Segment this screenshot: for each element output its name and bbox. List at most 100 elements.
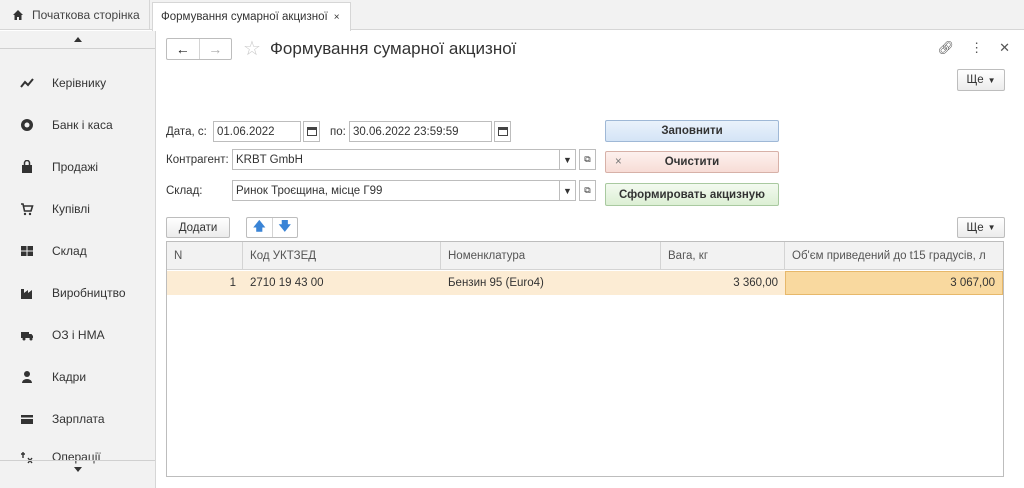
warehouse-icon	[20, 244, 34, 258]
tab-home-label: Початкова сторінка	[32, 8, 140, 22]
sidebar: Керівнику Банк і каса Продажі Купівлі Ск…	[0, 31, 156, 488]
column-header-weight[interactable]: Вага, кг	[661, 242, 785, 270]
calendar-icon	[306, 127, 317, 136]
sidebar-item-label: ОЗ і НМА	[52, 328, 105, 342]
warehouse-field[interactable]: Ринок Троєщина, місце Г99	[232, 180, 560, 201]
column-header-volume[interactable]: Об'єм приведений до t15 градусів, л	[785, 242, 1003, 270]
trend-chart-icon	[20, 76, 34, 90]
date-to-field[interactable]: 30.06.2022 23:59:59	[349, 121, 492, 142]
date-to-calendar-button[interactable]	[494, 121, 511, 142]
clear-button[interactable]: × Очистити	[605, 151, 779, 173]
sidebar-item-label: Купівлі	[52, 202, 90, 216]
truck-icon	[20, 328, 34, 342]
warehouse-dropdown-button[interactable]: ▼	[559, 180, 576, 201]
table-row[interactable]: 1 2710 19 43 00 Бензин 95 (Euro4) 3 360,…	[167, 271, 1003, 295]
sidebar-item-hr[interactable]: Кадри	[0, 362, 155, 392]
cell-code[interactable]: 2710 19 43 00	[243, 271, 441, 295]
column-header-item[interactable]: Номенклатура	[441, 242, 661, 270]
sidebar-item-purchases[interactable]: Купівлі	[0, 194, 155, 224]
fill-button-label: Заповнити	[661, 125, 723, 137]
tab-bar: Початкова сторінка Формування сумарної а…	[0, 0, 1024, 31]
warehouse-label: Склад:	[166, 185, 203, 197]
generate-excise-button[interactable]: Сформировать акцизную	[605, 183, 779, 206]
page-title: Формування сумарної акцизної	[270, 39, 517, 58]
date-from-label: Дата, с:	[166, 126, 207, 138]
sidebar-item-label: Склад	[52, 244, 87, 258]
sidebar-item-label: Зарплата	[52, 412, 105, 426]
add-button[interactable]: Додати	[166, 217, 230, 238]
fill-button[interactable]: Заповнити	[605, 120, 779, 142]
tab-home[interactable]: Початкова сторінка	[0, 0, 150, 30]
counterparty-dropdown-button[interactable]: ▼	[559, 149, 576, 170]
add-button-label: Додати	[178, 221, 218, 234]
sidebar-item-label: Продажі	[52, 160, 99, 174]
sidebar-item-sales[interactable]: Продажі	[0, 152, 155, 182]
arrow-up-icon[interactable]: 🡅	[247, 218, 273, 237]
arrow-down-icon[interactable]: 🡇	[273, 218, 298, 237]
sidebar-item-production[interactable]: Виробництво	[0, 278, 155, 308]
link-icon[interactable]: 🔗︎	[938, 40, 955, 56]
sidebar-scroll-up-button[interactable]	[0, 31, 155, 49]
open-window-icon: ⧉	[584, 185, 591, 195]
window-controls: 🔗︎ ⋮ ✕	[938, 40, 1010, 56]
column-header-n[interactable]: N	[167, 242, 243, 270]
counterparty-field[interactable]: KRBT GmbH	[232, 149, 560, 170]
date-from-field[interactable]: 01.06.2022	[213, 121, 301, 142]
wallet-icon	[20, 412, 34, 426]
back-arrow-icon[interactable]: ←	[167, 39, 200, 59]
sidebar-scroll-down-button[interactable]	[0, 460, 155, 478]
cell-n[interactable]: 1	[167, 271, 243, 295]
caret-down-icon: ▼	[987, 223, 996, 232]
counterparty-open-button[interactable]: ⧉	[579, 149, 596, 170]
date-to-label: по:	[330, 126, 346, 138]
open-window-icon: ⧉	[584, 154, 591, 164]
cart-icon	[20, 202, 34, 216]
chevron-down-icon: ▼	[563, 154, 572, 165]
counterparty-label: Контрагент:	[166, 154, 229, 166]
star-icon[interactable]: ☆	[243, 36, 261, 61]
cell-volume[interactable]: 3 067,00	[785, 271, 1003, 295]
clear-icon: ×	[615, 156, 622, 168]
more-button-label: Ще	[966, 221, 984, 234]
more-vertical-icon[interactable]: ⋮	[970, 40, 983, 56]
sidebar-item-fixed-assets[interactable]: ОЗ і НМА	[0, 320, 155, 350]
sidebar-item-salary[interactable]: Зарплата	[0, 404, 155, 434]
goods-table: N Код УКТЗЕД Номенклатура Вага, кг Об'єм…	[166, 241, 1004, 477]
column-header-code[interactable]: Код УКТЗЕД	[243, 242, 441, 270]
more-button-table[interactable]: Ще ▼	[957, 217, 1005, 238]
more-button-label: Ще	[966, 74, 984, 86]
sidebar-item-label: Банк і каса	[52, 118, 113, 132]
factory-icon	[20, 286, 34, 300]
sidebar-item-warehouse[interactable]: Склад	[0, 236, 155, 266]
forward-arrow-icon[interactable]: →	[200, 39, 232, 59]
close-icon[interactable]: ✕	[999, 40, 1010, 56]
home-icon	[13, 10, 23, 20]
tab-document[interactable]: Формування сумарної акцизної ×	[152, 2, 351, 31]
cell-weight[interactable]: 3 360,00	[661, 271, 785, 295]
date-from-calendar-button[interactable]	[303, 121, 320, 142]
sidebar-item-manager[interactable]: Керівнику	[0, 68, 155, 98]
chevron-down-icon: ▼	[563, 185, 572, 196]
shopping-bag-icon	[20, 160, 34, 174]
bank-icon	[20, 118, 34, 132]
warehouse-open-button[interactable]: ⧉	[579, 180, 596, 201]
sidebar-item-label: Керівнику	[52, 76, 107, 90]
chevron-down-icon	[73, 467, 82, 472]
calendar-icon	[497, 127, 508, 136]
chevron-up-icon	[73, 37, 82, 42]
main-panel: ← → ☆ Формування сумарної акцизної 🔗︎ ⋮ …	[157, 31, 1024, 488]
sidebar-item-label: Виробництво	[52, 286, 126, 300]
cell-item[interactable]: Бензин 95 (Euro4)	[441, 271, 661, 295]
sidebar-item-bank[interactable]: Банк і каса	[0, 110, 155, 140]
table-header: N Код УКТЗЕД Номенклатура Вага, кг Об'єм…	[167, 242, 1003, 270]
close-tab-icon[interactable]: ×	[334, 12, 340, 23]
more-button-top[interactable]: Ще ▼	[957, 69, 1005, 91]
person-icon	[20, 370, 34, 384]
caret-down-icon: ▼	[987, 75, 996, 85]
tab-document-label: Формування сумарної акцизної	[161, 11, 328, 23]
clear-button-label: Очистити	[664, 156, 720, 168]
sidebar-item-label: Кадри	[52, 370, 87, 384]
move-buttons: 🡅 🡇	[246, 217, 298, 238]
generate-excise-button-label: Сформировать акцизную	[619, 188, 765, 201]
navigation-buttons: ← →	[166, 38, 232, 60]
